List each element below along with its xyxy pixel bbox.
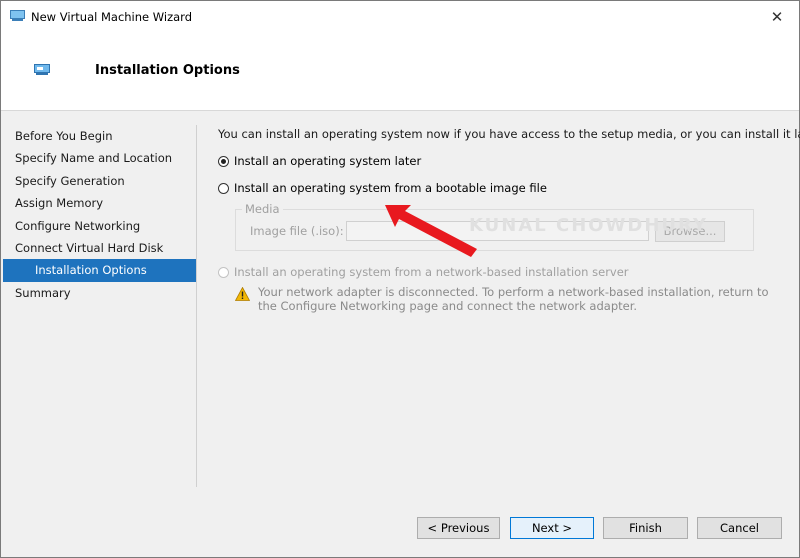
title-bar: New Virtual Machine Wizard ✕ bbox=[1, 1, 799, 32]
wizard-header: Installation Options bbox=[1, 32, 799, 111]
sidebar-divider bbox=[196, 125, 197, 487]
close-button[interactable]: ✕ bbox=[755, 1, 799, 32]
watermark-text: KUNAL CHOWDHURY bbox=[469, 215, 708, 236]
intro-text: You can install an operating system now … bbox=[218, 127, 800, 141]
radio-install-later[interactable] bbox=[218, 155, 229, 167]
radio-install-from-image[interactable] bbox=[218, 182, 229, 194]
vm-app-icon bbox=[10, 10, 25, 21]
option-install-from-image[interactable]: Install an operating system from a boota… bbox=[218, 181, 547, 195]
nav-item-connect-virtual-hard-disk[interactable]: Connect Virtual Hard Disk bbox=[1, 237, 196, 259]
nav-item-configure-networking[interactable]: Configure Networking bbox=[1, 215, 196, 237]
warning-icon bbox=[235, 287, 250, 301]
nav-item-installation-options[interactable]: Installation Options bbox=[3, 259, 196, 282]
previous-button[interactable]: < Previous bbox=[417, 517, 500, 539]
wizard-window: New Virtual Machine Wizard ✕ Installatio… bbox=[0, 0, 800, 558]
option-install-from-image-label[interactable]: Install an operating system from a boota… bbox=[234, 181, 547, 195]
radio-install-from-network[interactable] bbox=[218, 266, 229, 278]
option-install-from-network[interactable]: Install an operating system from a netwo… bbox=[218, 265, 629, 279]
annotation-arrow bbox=[385, 205, 477, 257]
nav-item-before-you-begin[interactable]: Before You Begin bbox=[1, 125, 196, 147]
installation-options-panel: You can install an operating system now … bbox=[218, 127, 800, 313]
cancel-button[interactable]: Cancel bbox=[697, 517, 782, 539]
option-install-from-network-label[interactable]: Install an operating system from a netwo… bbox=[234, 265, 629, 279]
option-install-later[interactable]: Install an operating system later bbox=[218, 154, 421, 168]
nav-item-specify-name-location[interactable]: Specify Name and Location bbox=[1, 147, 196, 169]
vm-header-icon bbox=[34, 64, 50, 75]
finish-button[interactable]: Finish bbox=[603, 517, 688, 539]
nav-item-specify-generation[interactable]: Specify Generation bbox=[1, 170, 196, 192]
next-button[interactable]: Next > bbox=[510, 517, 594, 539]
nav-item-summary[interactable]: Summary bbox=[1, 282, 196, 304]
media-legend: Media bbox=[242, 202, 283, 216]
close-icon: ✕ bbox=[770, 7, 784, 26]
nav-item-assign-memory[interactable]: Assign Memory bbox=[1, 192, 196, 214]
image-file-label: Image file (.iso): bbox=[250, 224, 344, 238]
network-warning-text: Your network adapter is disconnected. To… bbox=[258, 285, 769, 313]
window-title: New Virtual Machine Wizard bbox=[31, 10, 192, 24]
page-title: Installation Options bbox=[95, 63, 240, 78]
option-install-later-label[interactable]: Install an operating system later bbox=[234, 154, 421, 168]
wizard-steps-nav: Before You Begin Specify Name and Locati… bbox=[1, 125, 196, 304]
